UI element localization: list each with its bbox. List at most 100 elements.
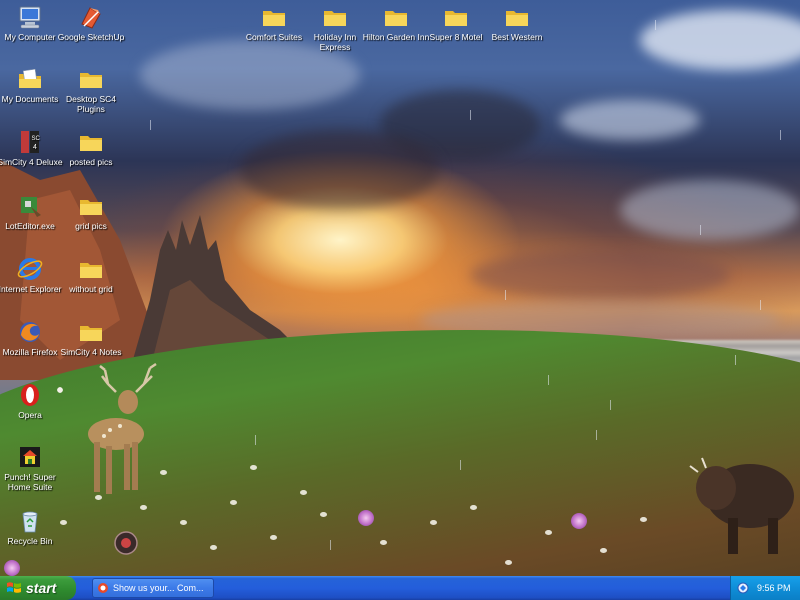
flower bbox=[140, 505, 147, 510]
deer bbox=[88, 362, 157, 494]
rain-drop bbox=[655, 20, 656, 30]
desktop-icon-grid-pics[interactable]: grid pics bbox=[57, 193, 125, 231]
desktop-icon-desktop-sc4-plugins[interactable]: Desktop SC4 Plugins bbox=[57, 66, 125, 114]
icon-label: SimCity 4 Deluxe bbox=[0, 157, 63, 167]
desktop-icon-comfort-suites[interactable]: Comfort Suites bbox=[240, 4, 308, 42]
bison bbox=[689, 457, 794, 554]
taskbar: start Show us your... Com... 9:56 PM bbox=[0, 576, 800, 600]
cloud bbox=[620, 180, 800, 240]
svg-text:SC: SC bbox=[32, 136, 41, 142]
icon-label: Desktop SC4 Plugins bbox=[65, 94, 117, 114]
flower bbox=[600, 548, 607, 553]
flower bbox=[210, 545, 217, 550]
icon-label: Google SketchUp bbox=[57, 32, 125, 42]
folder-icon bbox=[80, 326, 102, 341]
flower bbox=[430, 520, 437, 525]
rain-drop bbox=[596, 430, 597, 440]
flower bbox=[250, 465, 257, 470]
rain-drop bbox=[255, 435, 256, 445]
icon-label: Internet Explorer bbox=[0, 284, 62, 294]
desktop-icon-my-computer[interactable]: My Computer bbox=[0, 4, 64, 42]
cloud bbox=[470, 250, 730, 300]
purple-flower bbox=[358, 510, 374, 526]
flower bbox=[180, 520, 187, 525]
desktop-icon-punch-super-home-suite[interactable]: Punch! Super Home Suite bbox=[0, 444, 64, 492]
computer-icon bbox=[19, 6, 41, 29]
icon-label: Punch! Super Home Suite bbox=[4, 472, 56, 492]
taskbar-window-button[interactable]: Show us your... Com... bbox=[92, 578, 214, 598]
start-label: start bbox=[26, 580, 57, 596]
desktop-icon-simcity-4-notes[interactable]: SimCity 4 Notes bbox=[57, 319, 125, 357]
desktop-icon-best-western[interactable]: Best Western bbox=[483, 4, 551, 42]
folder-icon bbox=[263, 11, 285, 26]
desktop-icon-lot-editor[interactable]: LotEditor.exe bbox=[0, 193, 64, 231]
rain-drop bbox=[548, 375, 549, 385]
icon-label: Mozilla Firefox bbox=[2, 347, 58, 357]
recycle-bin-icon bbox=[22, 511, 38, 533]
icon-label: posted pics bbox=[69, 157, 113, 167]
flower bbox=[270, 535, 277, 540]
desktop-icon-hilton-garden-inn[interactable]: Hilton Garden Inn bbox=[362, 4, 430, 42]
desktop-icon-my-documents[interactable]: My Documents bbox=[0, 66, 64, 104]
icon-label: Comfort Suites bbox=[245, 32, 303, 42]
icon-label: My Documents bbox=[1, 94, 59, 104]
rain-drop bbox=[760, 300, 761, 310]
folder-icon bbox=[80, 136, 102, 151]
svg-text:4: 4 bbox=[33, 144, 37, 151]
desktop-icon-mozilla-firefox[interactable]: Mozilla Firefox bbox=[0, 319, 64, 357]
clock[interactable]: 9:56 PM bbox=[757, 583, 791, 593]
icon-label: Hilton Garden Inn bbox=[362, 32, 430, 42]
icon-label: Opera bbox=[18, 410, 42, 420]
rain-drop bbox=[735, 355, 736, 365]
flower bbox=[640, 517, 647, 522]
windows-logo-icon bbox=[7, 582, 21, 593]
desktop-icon-posted-pics[interactable]: posted pics bbox=[57, 129, 125, 167]
rain-drop bbox=[470, 110, 471, 120]
desktop-icon-google-sketchup[interactable]: Google SketchUp bbox=[57, 4, 125, 42]
desktop-icon-recycle-bin[interactable]: Recycle Bin bbox=[0, 508, 64, 546]
punch-icon bbox=[20, 447, 40, 467]
rain-drop bbox=[505, 290, 506, 300]
internet-explorer-icon bbox=[17, 258, 43, 280]
flower bbox=[545, 530, 552, 535]
folder-icon bbox=[385, 11, 407, 26]
rain-drop bbox=[330, 540, 331, 550]
desktop-icon-super-8-motel[interactable]: Super 8 Motel bbox=[422, 4, 490, 42]
rain-drop bbox=[460, 460, 461, 470]
icon-label: Super 8 Motel bbox=[429, 32, 483, 42]
documents-folder-icon bbox=[19, 68, 41, 88]
icon-label: My Computer bbox=[4, 32, 56, 42]
desktop-icon-simcity-4-deluxe[interactable]: SC 4 SimCity 4 Deluxe bbox=[0, 129, 64, 167]
wallpaper-badge-icon bbox=[114, 531, 138, 555]
folder-icon bbox=[506, 11, 528, 26]
cloud bbox=[560, 100, 700, 140]
rain-drop bbox=[700, 225, 701, 235]
cloud bbox=[240, 130, 440, 210]
flower bbox=[230, 500, 237, 505]
firefox-icon bbox=[20, 322, 40, 342]
flower bbox=[300, 490, 307, 495]
desktop-icon-without-grid[interactable]: without grid bbox=[57, 256, 125, 294]
icon-label: without grid bbox=[69, 284, 113, 294]
flower bbox=[380, 540, 387, 545]
icon-label: SimCity 4 Notes bbox=[60, 347, 122, 357]
desktop-icon-internet-explorer[interactable]: Internet Explorer bbox=[0, 256, 64, 294]
desktop-icon-holiday-inn-express[interactable]: Holiday Inn Express bbox=[301, 4, 369, 52]
rain-drop bbox=[780, 130, 781, 140]
icon-label: Best Western bbox=[491, 32, 543, 42]
folder-icon bbox=[445, 11, 467, 26]
icon-label: Holiday Inn Express bbox=[313, 32, 357, 52]
flower bbox=[470, 505, 477, 510]
taskbar-window-label: Show us your... Com... bbox=[113, 583, 204, 593]
flower bbox=[505, 560, 512, 565]
icon-label: LotEditor.exe bbox=[5, 221, 55, 231]
system-tray: 9:56 PM bbox=[730, 576, 800, 600]
folder-icon bbox=[80, 263, 102, 278]
lot-editor-icon bbox=[21, 197, 41, 217]
flower bbox=[320, 512, 327, 517]
start-button[interactable]: start bbox=[0, 576, 76, 600]
rain-drop bbox=[610, 400, 611, 410]
desktop-icon-opera[interactable]: Opera bbox=[0, 382, 64, 420]
icon-label: Recycle Bin bbox=[7, 536, 53, 546]
network-icon[interactable] bbox=[737, 582, 749, 594]
